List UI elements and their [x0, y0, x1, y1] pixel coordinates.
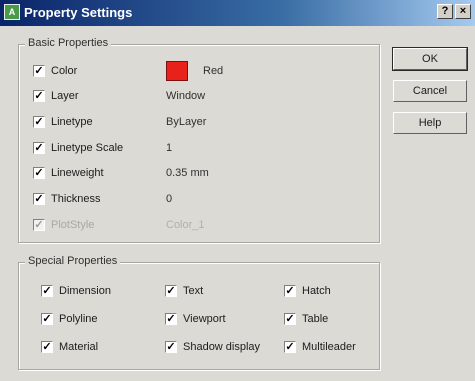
basic-row-linetype-scale: ✓ Linetype Scale 1 [33, 140, 353, 158]
text-label: Text [183, 285, 204, 297]
lineweight-checkbox[interactable]: ✓ [33, 167, 45, 179]
multileader-checkbox[interactable]: ✓ [284, 341, 296, 353]
color-swatch[interactable] [166, 61, 188, 81]
special-item-polyline[interactable]: ✓ Polyline [41, 311, 151, 329]
lineweight-label: Lineweight [51, 167, 104, 179]
special-item-table[interactable]: ✓ Table [284, 311, 374, 329]
linetype-label: Linetype [51, 116, 93, 128]
basic-row-layer: ✓ Layer Window [33, 88, 353, 106]
color-label: Color [51, 65, 78, 77]
lineweight-value: 0.35 mm [166, 167, 209, 179]
linetype-scale-value: 1 [166, 142, 173, 154]
viewport-checkbox[interactable]: ✓ [165, 313, 177, 325]
basic-row-thickness: ✓ Thickness 0 [33, 191, 353, 209]
linetype-scale-checkbox[interactable]: ✓ [33, 142, 45, 154]
multileader-label: Multileader [302, 341, 356, 353]
title-bar: A Property Settings ? × [0, 0, 475, 26]
special-item-material[interactable]: ✓ Material [41, 339, 151, 357]
app-icon: A [4, 4, 20, 20]
cancel-button[interactable]: Cancel [393, 80, 467, 102]
basic-row-plotstyle: ✓ PlotStyle Color_1 [33, 217, 353, 235]
special-item-text[interactable]: ✓ Text [165, 283, 275, 301]
thickness-checkbox[interactable]: ✓ [33, 193, 45, 205]
special-item-viewport[interactable]: ✓ Viewport [165, 311, 275, 329]
color-checkbox[interactable]: ✓ [33, 65, 45, 77]
shadow-display-label: Shadow display [183, 341, 261, 353]
dimension-label: Dimension [59, 285, 111, 297]
table-label: Table [302, 313, 329, 325]
plotstyle-checkbox: ✓ [33, 219, 45, 231]
basic-row-lineweight: ✓ Lineweight 0.35 mm [33, 165, 353, 183]
color-value: Red [203, 65, 224, 77]
basic-row-linetype: ✓ Linetype ByLayer [33, 114, 353, 132]
material-label: Material [59, 341, 99, 353]
thickness-value: 0 [166, 193, 173, 205]
basic-row-color: ✓ Color Red [33, 61, 353, 81]
special-item-shadow-display[interactable]: ✓ Shadow display [165, 339, 280, 357]
hatch-label: Hatch [302, 285, 331, 297]
shadow-display-checkbox[interactable]: ✓ [165, 341, 177, 353]
linetype-checkbox[interactable]: ✓ [33, 116, 45, 128]
special-item-dimension[interactable]: ✓ Dimension [41, 283, 151, 301]
dimension-checkbox[interactable]: ✓ [41, 285, 53, 297]
table-checkbox[interactable]: ✓ [284, 313, 296, 325]
layer-value: Window [166, 90, 206, 102]
help-button[interactable]: Help [393, 112, 467, 134]
material-checkbox[interactable]: ✓ [41, 341, 53, 353]
ok-button[interactable]: OK [392, 47, 468, 71]
special-item-hatch[interactable]: ✓ Hatch [284, 283, 374, 301]
hatch-checkbox[interactable]: ✓ [284, 285, 296, 297]
linetype-value: ByLayer [166, 116, 207, 128]
polyline-checkbox[interactable]: ✓ [41, 313, 53, 325]
viewport-label: Viewport [183, 313, 226, 325]
linetype-scale-label: Linetype Scale [51, 142, 124, 154]
special-properties-title: Special Properties [25, 255, 121, 267]
special-properties-group: Special Properties ✓ Dimension ✓ Text ✓ … [18, 255, 380, 370]
help-icon[interactable]: ? [437, 4, 453, 19]
basic-properties-group: Basic Properties ✓ Color Red ✓ Layer Win… [18, 37, 380, 243]
plotstyle-value: Color_1 [166, 219, 205, 231]
layer-label: Layer [51, 90, 79, 102]
property-settings-dialog: A Property Settings ? × Basic Properties… [0, 0, 475, 381]
text-checkbox[interactable]: ✓ [165, 285, 177, 297]
polyline-label: Polyline [59, 313, 98, 325]
layer-checkbox[interactable]: ✓ [33, 90, 45, 102]
special-item-multileader[interactable]: ✓ Multileader [284, 339, 374, 357]
basic-properties-title: Basic Properties [25, 37, 112, 49]
thickness-label: Thickness [51, 193, 101, 205]
plotstyle-label: PlotStyle [51, 219, 95, 231]
window-title: Property Settings [24, 5, 133, 20]
close-icon[interactable]: × [455, 4, 471, 19]
